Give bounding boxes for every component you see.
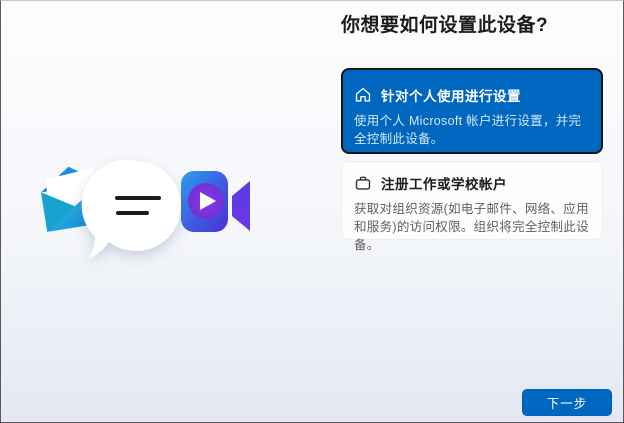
option-personal-description: 使用个人 Microsoft 帐户进行设置，并完全控制此设备。: [354, 114, 582, 147]
option-work-header: 注册工作或学校帐户: [354, 172, 590, 194]
option-work-title: 注册工作或学校帐户: [381, 177, 507, 192]
page-title: 你想要如何设置此设备?: [341, 15, 549, 36]
setup-options: 针对个人使用进行设置 使用个人 Microsoft 帐户进行设置，并完全控制此设…: [341, 68, 603, 252]
communication-illustration: [41, 160, 250, 258]
video-camera-icon: [181, 171, 250, 232]
next-button[interactable]: 下一步: [522, 389, 612, 416]
option-personal-title: 针对个人使用进行设置: [381, 89, 521, 104]
option-work-school[interactable]: 注册工作或学校帐户 获取对组织资源(如电子邮件、网络、应用和服务)的访问权限。组…: [341, 161, 603, 252]
briefcase-icon: [354, 174, 372, 192]
option-personal-use[interactable]: 针对个人使用进行设置 使用个人 Microsoft 帐户进行设置，并完全控制此设…: [341, 68, 603, 154]
oobe-setup-window: 你想要如何设置此设备? 针对个人使用进行设置 使用个人 Microsoft 帐户…: [0, 0, 624, 423]
option-personal-header: 针对个人使用进行设置: [354, 84, 590, 106]
home-icon: [354, 86, 372, 104]
option-work-description: 获取对组织资源(如电子邮件、网络、应用和服务)的访问权限。组织将完全控制此设备。: [354, 202, 589, 253]
chat-bubble-icon: [81, 160, 181, 258]
